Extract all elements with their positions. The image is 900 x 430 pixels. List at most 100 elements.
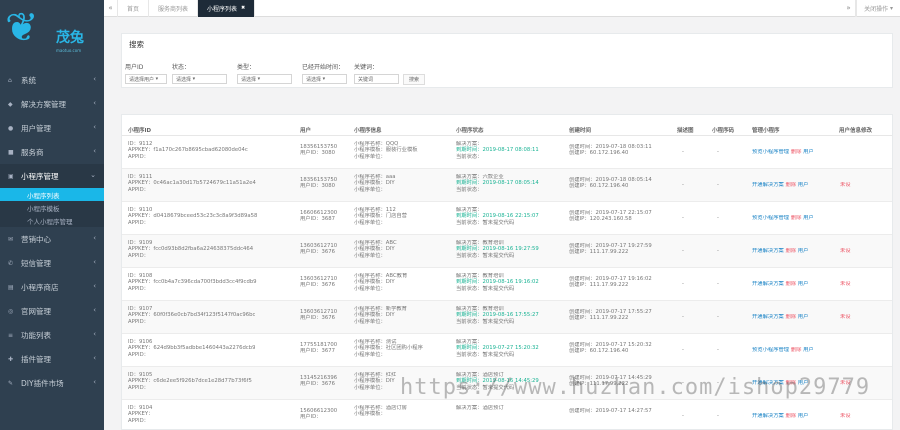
table-row: ID：9106 APPKEY：624d9bb3f5adbbe1460443a227… xyxy=(122,334,892,367)
manage-actions: 预览小程序管理 删除 用户 xyxy=(752,149,814,155)
chevron-left-icon: ‹ xyxy=(93,75,96,83)
delete-link[interactable]: 删除 xyxy=(785,248,796,254)
sidebar-subitem[interactable]: 小程序列表 xyxy=(0,188,104,201)
cell-line: 创建IP：60.172.196.40 xyxy=(569,348,629,355)
desc-value: - xyxy=(682,281,684,287)
cell: - xyxy=(682,149,684,155)
manage-link[interactable]: 开通解决方案 xyxy=(752,413,784,419)
sidebar-item-plugin[interactable]: ✚ 插件管理 ‹ xyxy=(0,347,104,371)
modify-status[interactable]: 未设 xyxy=(840,281,851,287)
tab-label: 服务商列表 xyxy=(158,5,189,13)
manage-link[interactable]: 开通解决方案 xyxy=(752,281,784,287)
sidebar-subitem[interactable]: 个人小程序管理 xyxy=(0,214,104,227)
keyword-input[interactable]: 关键词 xyxy=(354,74,399,84)
delete-link[interactable]: 删除 xyxy=(785,314,796,320)
modify-status[interactable]: 未设 xyxy=(840,248,851,254)
tab-label: 小程序列表 xyxy=(207,5,238,13)
cell: - xyxy=(682,413,684,419)
store-icon: ▤ xyxy=(8,283,14,291)
cell: ID：9106 APPKEY：624d9bb3f5adbbe1460443a227… xyxy=(128,339,255,358)
delete-link[interactable]: 删除 xyxy=(785,281,796,287)
close-actions-button[interactable]: 关闭操作 ▾ xyxy=(856,0,900,17)
cell-line: 用户ID：3687 xyxy=(300,216,336,223)
tab-providers[interactable]: 服务商列表 xyxy=(149,0,199,17)
manage-link[interactable]: 预览小程序管理 xyxy=(752,347,789,353)
cell: ID：9104 APPKEY： APPID： xyxy=(128,405,153,424)
modify-status[interactable]: 未设 xyxy=(840,314,851,320)
sidebar-item-sms[interactable]: ✆ 短信管理 ‹ xyxy=(0,251,104,275)
sidebar-item-diy[interactable]: ✎ DIY插件市场 ‹ xyxy=(0,371,104,395)
brand-logo[interactable]: ❦ 茂兔 maotuo.com xyxy=(0,0,104,68)
user-link[interactable]: 用户 xyxy=(803,347,814,353)
sidebar-item-home[interactable]: ⌂ 系统 ‹ xyxy=(0,68,104,92)
user-link[interactable]: 用户 xyxy=(798,314,809,320)
cell-line: 用户ID：3676 xyxy=(300,381,336,388)
manage-link[interactable]: 预览小程序管理 xyxy=(752,215,789,221)
sidebar-item-solution[interactable]: ◆ 解决方案管理 ‹ xyxy=(0,92,104,116)
cell: 13145216396 用户ID：3676 xyxy=(300,375,337,388)
user-link[interactable]: 用户 xyxy=(798,248,809,254)
cell-line: 小程序模板：社区团购小程序 xyxy=(354,345,423,352)
user-icon: ● xyxy=(8,124,14,132)
sidebar-item-label: 小程序管理 xyxy=(21,171,59,181)
type-select[interactable]: 请选择 ▾ xyxy=(237,74,292,84)
app-icon: ▣ xyxy=(8,172,14,180)
cell: 解决方案：教育培训 到期时间：2019-08-16 19:27:59 当前状态：暂未… xyxy=(456,240,539,259)
cell-line: 小程序模板：门店自营 xyxy=(354,213,407,220)
close-tab-icon[interactable]: ✖ xyxy=(241,5,245,11)
label-type: 类型： xyxy=(237,64,256,71)
cell-line: 小程序单位： xyxy=(354,384,386,391)
search-button[interactable]: 搜索 xyxy=(403,74,425,85)
cell: - xyxy=(717,248,719,254)
delete-link[interactable]: 删除 xyxy=(785,413,796,419)
cell-line: APPKEY： xyxy=(128,411,154,418)
manage-link[interactable]: 预览小程序管理 xyxy=(752,149,789,155)
sidebar-item-store[interactable]: ▤ 小程序商店 ‹ xyxy=(0,275,104,299)
cell-line: APPID： xyxy=(128,417,149,424)
modify-status[interactable]: 未设 xyxy=(840,413,851,419)
sidebar-item-provider[interactable]: ■ 服务商 ‹ xyxy=(0,140,104,164)
sidebar-item-feature[interactable]: ≡ 功能列表 ‹ xyxy=(0,323,104,347)
manage-link[interactable]: 开通解决方案 xyxy=(752,248,784,254)
tabs-next-icon[interactable]: » xyxy=(842,0,857,17)
cell: ID：9112 APPKEY：f1a170c267b8695cbad62080de… xyxy=(128,141,248,160)
sidebar-subitem[interactable]: 小程序模板 xyxy=(0,201,104,214)
user-link[interactable]: 用户 xyxy=(798,413,809,419)
cell-line: 用户ID：3676 xyxy=(300,282,336,289)
tab-bar: « 首页 服务商列表 小程序列表 ✖ » 关闭操作 ▾ xyxy=(104,0,900,17)
tabs-prev-icon[interactable]: « xyxy=(104,0,118,17)
cell-line: APPID： xyxy=(128,318,149,325)
delete-link[interactable]: 删除 xyxy=(791,149,802,155)
user-select[interactable]: 请选择用户 ▾ xyxy=(125,74,167,84)
sidebar-item-app[interactable]: ▣ 小程序管理 ⌄ xyxy=(0,164,104,188)
label-keyword: 关键词： xyxy=(354,64,379,71)
manage-link[interactable]: 开通解决方案 xyxy=(752,314,784,320)
start-time-select[interactable]: 请选择 ▾ xyxy=(302,74,347,84)
delete-link[interactable]: 删除 xyxy=(785,182,796,188)
status-select[interactable]: 请选择 ▾ xyxy=(172,74,227,84)
sidebar-item-marketing[interactable]: ✉ 营销中心 ‹ xyxy=(0,227,104,251)
user-link[interactable]: 用户 xyxy=(803,149,814,155)
sidebar-item-user[interactable]: ● 用户管理 ‹ xyxy=(0,116,104,140)
manage-link[interactable]: 开通解决方案 xyxy=(752,182,784,188)
modify-status[interactable]: 未设 xyxy=(840,182,851,188)
user-link[interactable]: 用户 xyxy=(798,182,809,188)
delete-link[interactable]: 删除 xyxy=(791,215,802,221)
cell: - xyxy=(717,215,719,221)
user-link[interactable]: 用户 xyxy=(803,215,814,221)
cell: 小程序名称：测试 小程序模板：社区团购小程序 小程序单位： xyxy=(354,339,423,358)
cell: 解决方案： 到期时间：2019-07-27 15:20:32 当前状态：暂未提交代码 xyxy=(456,339,539,358)
delete-link[interactable]: 删除 xyxy=(791,347,802,353)
cell-line: APPKEY：d0418679bceed53c23c3c8a9f3d89a58 xyxy=(128,213,258,220)
tab-miniprogram-list[interactable]: 小程序列表 ✖ xyxy=(198,0,256,17)
sidebar-item-site[interactable]: ◎ 官网管理 ‹ xyxy=(0,299,104,323)
qr-value: - xyxy=(717,215,719,221)
tab-home[interactable]: 首页 xyxy=(118,0,150,17)
cell-line: 当前状态： xyxy=(456,186,483,193)
home-icon: ⌂ xyxy=(8,76,12,84)
user-link[interactable]: 用户 xyxy=(798,281,809,287)
qr-value: - xyxy=(717,248,719,254)
cell-line: 当前状态： xyxy=(456,153,483,160)
cell-line: APPKEY：60f0f36e0cb7bd34f123f5147f0ac96bc xyxy=(128,312,256,319)
plugin-icon: ✚ xyxy=(8,355,14,363)
